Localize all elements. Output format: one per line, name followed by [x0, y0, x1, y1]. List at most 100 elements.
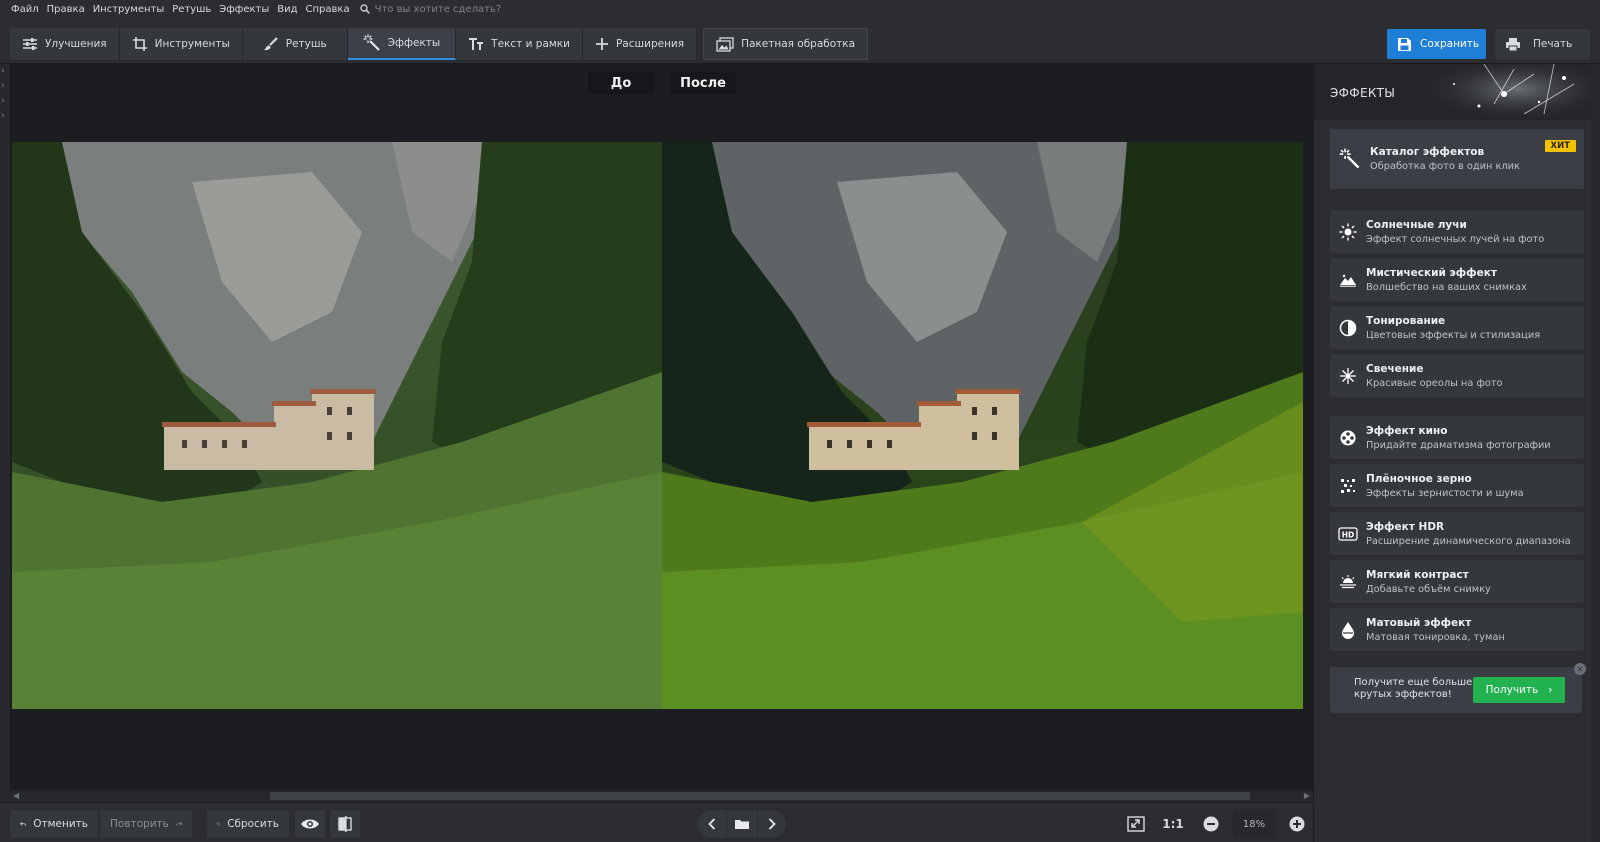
- search-box[interactable]: Что вы хотите сделать?: [359, 3, 502, 15]
- printer-icon: [1506, 37, 1520, 51]
- open-folder-button[interactable]: [727, 810, 757, 838]
- chevron-right-icon: [768, 818, 776, 830]
- hit-badge: ХИТ: [1544, 140, 1576, 152]
- effect-matte[interactable]: Матовый эффект Матовая тонировка, туман: [1330, 608, 1584, 651]
- zoom-out-icon: [1203, 816, 1219, 832]
- effect-title: Эффект кино: [1366, 424, 1448, 437]
- actual-size-button[interactable]: 1:1: [1158, 810, 1188, 838]
- effect-title: Солнечные лучи: [1366, 218, 1467, 231]
- save-button[interactable]: Сохранить: [1387, 29, 1486, 59]
- effect-title: Плёночное зерно: [1366, 472, 1472, 485]
- effect-title: Мягкий контраст: [1366, 568, 1469, 581]
- chevron-right-icon: ›: [1548, 684, 1553, 696]
- get-label: Получить: [1485, 684, 1539, 696]
- compare-view-button[interactable]: [330, 810, 360, 838]
- close-icon[interactable]: ✕: [1574, 663, 1586, 675]
- tab-label: Эффекты: [387, 37, 441, 49]
- search-placeholder: Что вы хотите сделать?: [374, 3, 502, 15]
- scroll-right-icon[interactable]: ▶: [1304, 791, 1310, 800]
- menu-retouch[interactable]: Ретушь: [168, 4, 215, 15]
- effect-subtitle: Эффект солнечных лучей на фото: [1366, 233, 1545, 245]
- get-effects-button[interactable]: Получить ›: [1473, 677, 1565, 703]
- prev-image-button[interactable]: [698, 810, 726, 838]
- folder-icon: [735, 820, 749, 829]
- photo-before[interactable]: [12, 142, 662, 709]
- tab-retouch[interactable]: Ретушь: [242, 28, 348, 60]
- effect-subtitle: Красивые ореолы на фото: [1366, 377, 1503, 389]
- tab-effects[interactable]: Эффекты: [347, 28, 457, 60]
- effect-cinema[interactable]: Эффект кино Придайте драматизма фотограф…: [1330, 416, 1584, 459]
- tab-text-frames[interactable]: Текст и рамки: [456, 28, 583, 60]
- menu-help[interactable]: Справка: [302, 4, 354, 15]
- scrollbar-thumb[interactable]: [270, 792, 1250, 800]
- panel-scrollbar[interactable]: [1591, 64, 1600, 842]
- effect-hdr[interactable]: HD Эффект HDR Расширение динамического д…: [1330, 512, 1584, 555]
- chevron-right-icon: ›: [1, 111, 5, 121]
- print-label: Печать: [1533, 38, 1573, 50]
- effect-subtitle: Добавьте объём снимку: [1366, 583, 1491, 595]
- eye-icon: [301, 819, 319, 829]
- tab-batch[interactable]: Пакетная обработка: [703, 28, 869, 60]
- menu-file[interactable]: Файл: [7, 4, 43, 15]
- actual-size-label: 1:1: [1162, 817, 1184, 831]
- undo-button[interactable]: Отменить: [10, 810, 98, 838]
- photo-after[interactable]: [662, 142, 1303, 709]
- plus-icon: [595, 38, 608, 50]
- chevron-right-icon: ›: [1, 81, 5, 91]
- panel-title: ЭФФЕКТЫ: [1330, 86, 1396, 100]
- menu-effects[interactable]: Эффекты: [215, 4, 273, 15]
- effect-soft-contrast[interactable]: Мягкий контраст Добавьте объём снимку: [1330, 560, 1584, 603]
- save-label: Сохранить: [1420, 38, 1480, 50]
- redo-icon: [175, 821, 182, 826]
- tab-extensions[interactable]: Расширения: [582, 28, 698, 60]
- preview-toggle-button[interactable]: [295, 810, 325, 838]
- tab-enhance[interactable]: Улучшения: [10, 28, 120, 60]
- sparkle-icon: [1330, 367, 1366, 385]
- effect-toning[interactable]: Тонирование Цветовые эффекты и стилизаци…: [1330, 306, 1584, 349]
- effect-film-grain[interactable]: Плёночное зерно Эффекты зернистости и шу…: [1330, 464, 1584, 507]
- chevron-right-icon: ›: [1, 66, 5, 76]
- reset-button[interactable]: Сбросить: [207, 810, 289, 838]
- canvas-area[interactable]: До После: [10, 64, 1313, 790]
- fit-screen-button[interactable]: [1122, 810, 1150, 838]
- floppy-disk-icon: [1398, 37, 1411, 51]
- print-button[interactable]: Печать: [1495, 29, 1590, 59]
- reset-icon: [217, 822, 221, 826]
- tab-label: Инструменты: [154, 38, 230, 50]
- magic-wand-icon: [1330, 148, 1370, 170]
- search-icon: [359, 4, 370, 14]
- effect-glow[interactable]: Свечение Красивые ореолы на фото: [1330, 354, 1584, 397]
- tab-tools[interactable]: Инструменты: [119, 28, 243, 60]
- grain-icon: [1330, 478, 1366, 494]
- redo-button[interactable]: Повторить: [100, 810, 192, 838]
- scroll-left-icon[interactable]: ◀: [13, 791, 19, 800]
- compare-labels: До После: [10, 72, 1313, 94]
- effect-title: Мистический эффект: [1366, 266, 1497, 279]
- next-image-button[interactable]: [758, 810, 786, 838]
- hdr-icon: HD: [1330, 526, 1366, 541]
- soft-contrast-icon: [1330, 574, 1366, 590]
- left-collapse-strip[interactable]: › › › ›: [0, 64, 10, 802]
- zoom-value[interactable]: 18%: [1233, 810, 1275, 838]
- catalog-title: Каталог эффектов: [1370, 146, 1485, 158]
- effect-subtitle: Расширение динамического диапазона: [1366, 535, 1571, 547]
- redo-label: Повторить: [110, 818, 169, 830]
- panel-header: ЭФФЕКТЫ: [1314, 64, 1600, 120]
- horizontal-scrollbar[interactable]: ◀ ▶: [10, 790, 1313, 802]
- undo-label: Отменить: [33, 818, 88, 830]
- zoom-out-button[interactable]: [1198, 810, 1224, 838]
- magic-wand-icon: [363, 34, 380, 51]
- zoom-in-button[interactable]: [1284, 810, 1310, 838]
- before-label: До: [588, 72, 654, 94]
- effect-sun-rays[interactable]: Солнечные лучи Эффект солнечных лучей на…: [1330, 210, 1584, 253]
- effect-mystic[interactable]: Мистический эффект Волшебство на ваших с…: [1330, 258, 1584, 301]
- effects-catalog-card[interactable]: Каталог эффектов Обработка фото в один к…: [1330, 129, 1584, 189]
- effect-title: Эффект HDR: [1366, 520, 1445, 533]
- menu-tools[interactable]: Инструменты: [89, 4, 169, 15]
- effect-subtitle: Волшебство на ваших снимках: [1366, 281, 1527, 293]
- menu-view[interactable]: Вид: [273, 4, 301, 15]
- text-icon: [469, 38, 484, 50]
- brush-icon: [263, 37, 278, 51]
- promo-text: Получите еще больше крутых эффектов!: [1354, 677, 1473, 700]
- menu-edit[interactable]: Правка: [43, 4, 89, 15]
